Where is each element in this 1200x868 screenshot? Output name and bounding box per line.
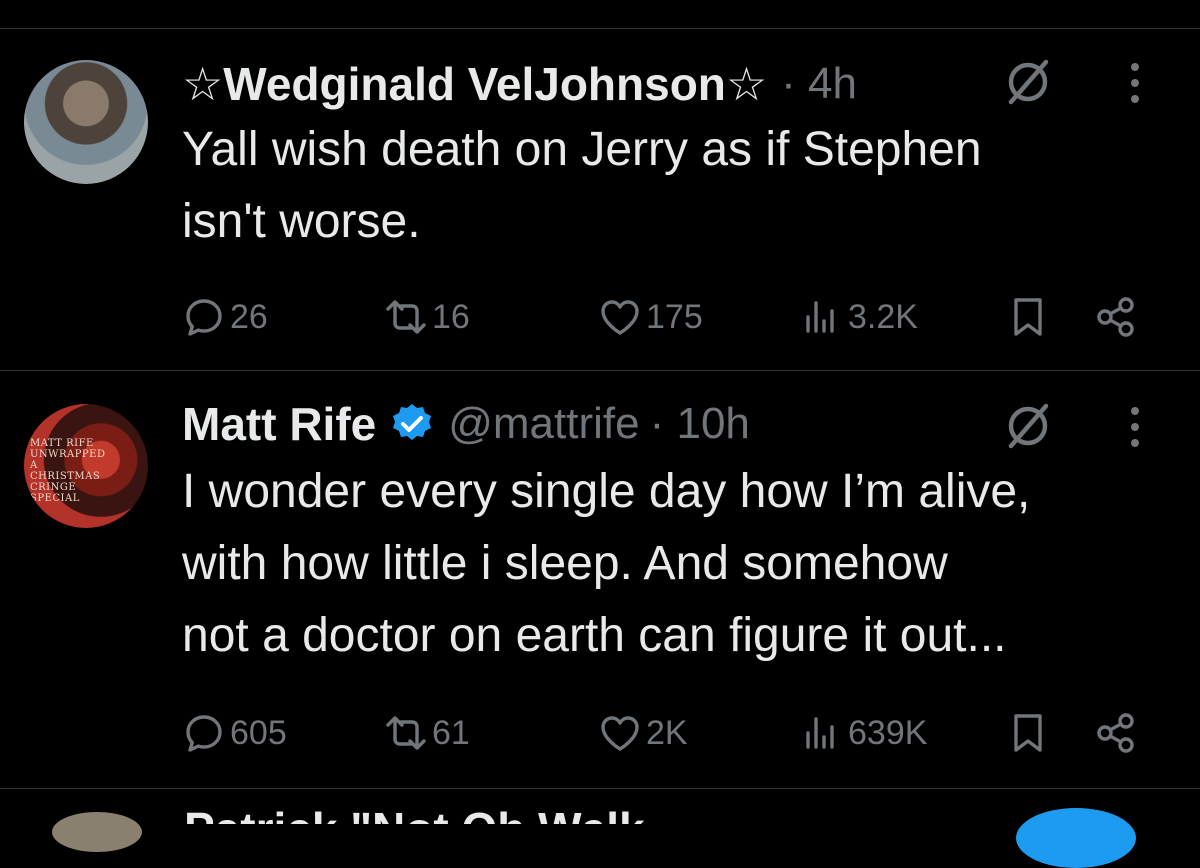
views-icon bbox=[806, 717, 834, 749]
more-icon[interactable] bbox=[1128, 60, 1142, 106]
share-button[interactable] bbox=[1094, 708, 1138, 758]
bookmark-button[interactable] bbox=[1006, 292, 1050, 342]
display-name[interactable]: Matt Rife bbox=[182, 397, 376, 451]
repost-count: 16 bbox=[432, 297, 470, 336]
views-button[interactable]: 639K bbox=[800, 708, 927, 758]
tweet-text-line: not a doctor on earth can figure it out.… bbox=[182, 609, 1007, 662]
avatar[interactable]: MATT RIFE UNWRAPPED A CHRISTMAS CRINGE SPEC… bbox=[24, 404, 148, 528]
repost-icon bbox=[386, 716, 426, 750]
tweet-header: Matt Rife @mattrife · 10h bbox=[182, 394, 750, 454]
tweet-text-line: with how little i sleep. And somehow bbox=[182, 537, 948, 590]
reply-count: 605 bbox=[230, 713, 287, 752]
repost-button[interactable]: 16 bbox=[384, 292, 470, 342]
action-bar: 605 61 2K 639K bbox=[0, 708, 1200, 758]
share-icon bbox=[1097, 297, 1134, 337]
like-button[interactable]: 175 bbox=[598, 292, 703, 342]
bookmark-icon bbox=[1014, 298, 1042, 336]
share-button[interactable] bbox=[1094, 292, 1138, 342]
repost-icon bbox=[386, 300, 426, 334]
timestamp[interactable]: · 4h bbox=[781, 59, 857, 109]
bookmark-button[interactable] bbox=[1006, 708, 1050, 758]
like-count: 175 bbox=[646, 297, 703, 336]
reply-icon bbox=[186, 715, 222, 752]
like-icon bbox=[601, 716, 639, 751]
verified-badge-icon bbox=[393, 404, 432, 440]
tweet-text: Yall wish death on Jerry as if Stephen i… bbox=[182, 114, 1172, 258]
repost-count: 61 bbox=[432, 713, 470, 752]
top-divider bbox=[0, 28, 1200, 29]
reply-icon bbox=[186, 299, 222, 336]
share-icon bbox=[1097, 713, 1134, 753]
display-name[interactable]: Patrick "Not Oh Welk... bbox=[184, 806, 744, 824]
timestamp[interactable]: · 10h bbox=[650, 399, 750, 449]
handle[interactable]: @mattrife bbox=[448, 399, 639, 449]
tweet-text-line: I wonder every single day how I’m alive, bbox=[182, 465, 1031, 518]
views-icon bbox=[806, 301, 834, 333]
views-count: 3.2K bbox=[848, 297, 918, 336]
views-count: 639K bbox=[848, 713, 928, 752]
avatar-logo-text: MATT RIFE UNWRAPPED A CHRISTMAS CRINGE SPEC… bbox=[30, 438, 106, 504]
like-button[interactable]: 2K bbox=[598, 708, 688, 758]
reply-count: 26 bbox=[230, 297, 268, 336]
display-name[interactable]: ☆Wedginald VelJohnson☆ bbox=[182, 57, 767, 111]
like-icon bbox=[601, 300, 639, 335]
compose-button[interactable] bbox=[1016, 808, 1136, 868]
tweet-1[interactable]: ☆Wedginald VelJohnson☆ · 4h Yall wish de… bbox=[0, 58, 1200, 370]
tweet-header: ☆Wedginald VelJohnson☆ · 4h bbox=[182, 54, 857, 114]
bookmark-icon bbox=[1014, 714, 1042, 752]
grok-slash-icon[interactable] bbox=[1002, 56, 1054, 108]
avatar[interactable] bbox=[52, 812, 142, 852]
avatar[interactable] bbox=[24, 60, 148, 184]
like-count: 2K bbox=[646, 713, 688, 752]
tweet-text: I wonder every single day how I’m alive,… bbox=[182, 456, 1172, 672]
tweet-2[interactable]: MATT RIFE UNWRAPPED A CHRISTMAS CRINGE SPEC… bbox=[0, 398, 1200, 784]
tweet-divider bbox=[0, 788, 1200, 789]
views-button[interactable]: 3.2K bbox=[800, 292, 918, 342]
more-icon[interactable] bbox=[1128, 404, 1142, 450]
tweet-divider bbox=[0, 370, 1200, 371]
tweet-text-line: isn't worse. bbox=[182, 195, 421, 248]
tweet-text-line: Yall wish death on Jerry as if Stephen bbox=[182, 123, 982, 176]
action-bar: 26 16 175 3.2K bbox=[0, 292, 1200, 342]
reply-button[interactable]: 26 bbox=[182, 292, 268, 342]
reply-button[interactable]: 605 bbox=[182, 708, 287, 758]
repost-button[interactable]: 61 bbox=[384, 708, 470, 758]
grok-slash-icon[interactable] bbox=[1002, 400, 1054, 452]
